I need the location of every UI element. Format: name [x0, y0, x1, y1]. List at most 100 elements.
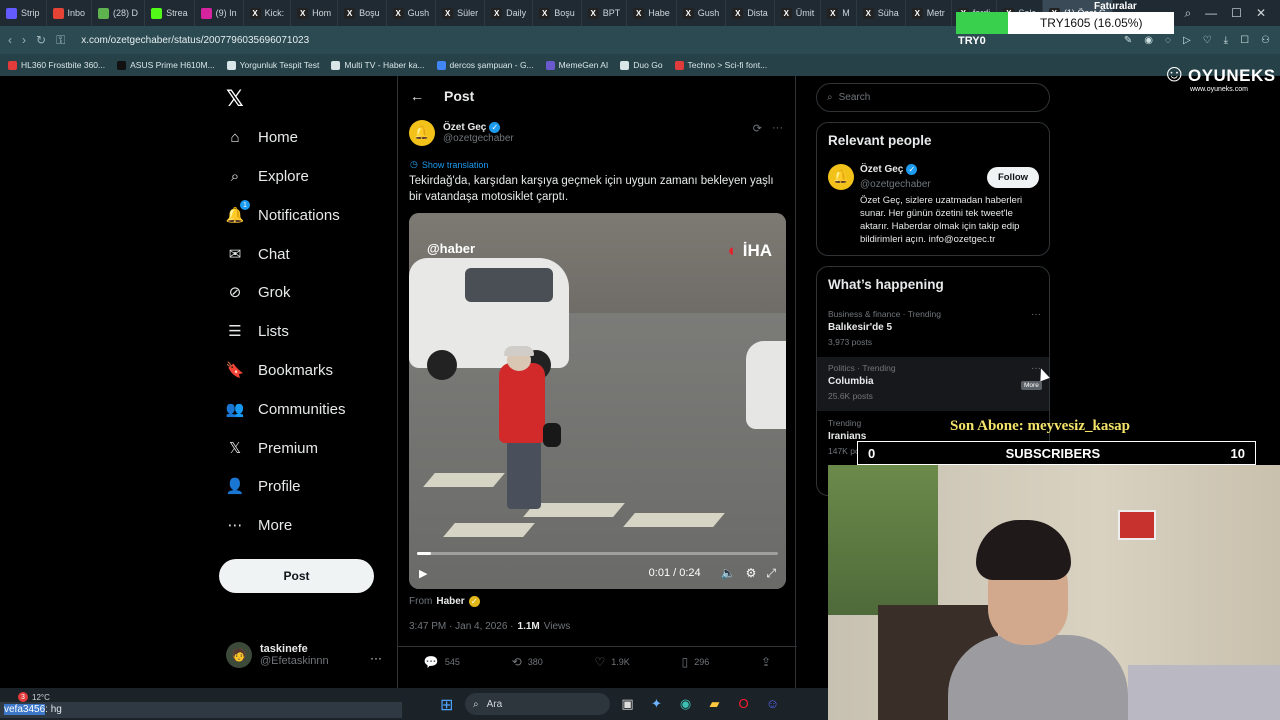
camera-icon[interactable]: ◉	[1144, 35, 1153, 46]
download-icon[interactable]: ⤓	[1224, 35, 1228, 46]
post-button[interactable]: Post	[219, 559, 374, 593]
reply-button[interactable]: 💬 545	[424, 655, 460, 669]
heart-icon[interactable]: ♡	[1203, 35, 1212, 46]
browser-tab[interactable]: X Hom	[291, 0, 339, 26]
x-logo-icon[interactable]: 𝕏	[226, 86, 244, 112]
bookmark-item[interactable]: ASUS Prime H610M...	[117, 60, 215, 70]
forward-arrow-icon[interactable]: ›	[22, 33, 26, 47]
show-translation-link[interactable]: ◷ Show translation	[410, 159, 488, 170]
author-avatar[interactable]: 🔔	[409, 120, 435, 146]
shield-icon[interactable]: ◌	[1165, 35, 1171, 46]
nav-item-chat[interactable]: ✉ Chat	[226, 245, 290, 264]
nav-item-bookmarks[interactable]: 🔖 Bookmarks	[226, 361, 333, 380]
nav-item-profile[interactable]: 👤 Profile	[226, 477, 301, 496]
post-author[interactable]: 🔔 Özet Geç ✓ @ozetgechaber	[409, 120, 514, 146]
relevant-person-handle[interactable]: @ozetgechaber	[860, 179, 931, 190]
bookmark-item[interactable]: HL360 Frostbite 360...	[8, 60, 105, 70]
bookmark-item[interactable]: Multi TV - Haber ka...	[331, 60, 425, 70]
browser-tab[interactable]: X Ümit	[775, 0, 822, 26]
relevant-person-avatar[interactable]: 🔔	[828, 164, 854, 190]
site-info-icon[interactable]: ⚿	[56, 33, 65, 48]
browser-tab[interactable]: X Süler	[436, 0, 486, 26]
taskbar-search[interactable]: ⌕ Ara	[465, 693, 610, 715]
browser-tab[interactable]: X Metr	[906, 0, 952, 26]
author-handle[interactable]: @ozetgechaber	[443, 133, 514, 144]
source-name[interactable]: Haber	[436, 596, 464, 607]
profile-icon[interactable]: ⚇	[1261, 35, 1270, 46]
account-switcher[interactable]: 🧑 taskinefe @Efetaskinnn	[226, 642, 329, 668]
like-button[interactable]: ♡ 1.9K	[595, 655, 630, 669]
author-name[interactable]: Özet Geç	[443, 122, 486, 133]
video-player[interactable]: @haber ◐ İHA ▶ 0:01 / 0:24 🔈 ⚙ ⤢	[409, 213, 786, 589]
bookmark-item[interactable]: dercos şampuan - G...	[436, 60, 534, 70]
url-field[interactable]: x.com/ozetgechaber/status/20077960356960…	[81, 35, 309, 46]
play-icon[interactable]: ▷	[1183, 35, 1191, 46]
post-timestamp[interactable]: 3:47 PM · Jan 4, 2026 ·	[409, 621, 514, 632]
fullscreen-icon[interactable]: ⤢	[766, 566, 776, 581]
nav-item-notifications[interactable]: 🔔 1 Notifications	[226, 200, 340, 224]
search-icon[interactable]: ⌕	[1184, 6, 1191, 21]
nav-item-more[interactable]: ⋯ More	[226, 516, 293, 535]
browser-tab[interactable]: X Boşu	[338, 0, 387, 26]
settings-gear-icon[interactable]: ⚙	[746, 566, 757, 580]
search-input[interactable]	[838, 92, 1029, 103]
back-arrow-icon[interactable]: ←	[410, 88, 424, 104]
browser-tab[interactable]: X BPT	[582, 0, 628, 26]
windows-start-icon[interactable]: ⊞	[440, 695, 453, 715]
browser-tab[interactable]: X Gush	[677, 0, 727, 26]
browser-tab[interactable]: X Kick:	[244, 0, 292, 26]
nav-item-home[interactable]: ⌂ Home	[226, 128, 298, 146]
video-progress-bar[interactable]	[417, 552, 778, 555]
browser-tab[interactable]: X Boşu	[533, 0, 582, 26]
task-view-icon[interactable]: ▣	[618, 694, 637, 713]
bookmark-button[interactable]: ▯ 296	[682, 655, 710, 669]
post-more-icon[interactable]: ···	[772, 122, 783, 135]
share-button[interactable]: ⇪	[761, 655, 771, 669]
browser-tab[interactable]: XM	[821, 0, 857, 26]
nav-item-explore[interactable]: ⌕ Explore	[226, 167, 309, 185]
account-more-icon[interactable]: ···	[370, 651, 382, 665]
trend-item[interactable]: Politics · Trending Columbia 25.6K posts ··…	[817, 357, 1049, 411]
reload-icon[interactable]: ↻	[36, 33, 46, 47]
follow-button[interactable]: Follow	[987, 167, 1039, 188]
browser-tab[interactable]: X Habe	[627, 0, 677, 26]
grok-explain-icon[interactable]: ⟳	[753, 122, 762, 135]
bookmark-item[interactable]: MemeGen AI	[545, 60, 608, 70]
file-explorer-icon[interactable]: ▰	[705, 694, 724, 713]
bookmark-item[interactable]: Yorgunluk Tespit Test	[226, 60, 319, 70]
edge-icon[interactable]: ◉	[676, 694, 695, 713]
trend-more-icon[interactable]: ···	[1031, 309, 1041, 320]
browser-tab[interactable]: (28) D	[92, 0, 146, 26]
back-arrow-icon[interactable]: ‹	[8, 33, 12, 47]
nav-item-grok[interactable]: ⊘ Grok	[226, 283, 291, 302]
close-icon[interactable]: ✕	[1256, 6, 1266, 21]
browser-tab[interactable]: Strea	[145, 0, 195, 26]
opera-icon[interactable]: O	[734, 694, 753, 713]
extension-icon[interactable]: ☐	[1240, 35, 1249, 46]
volume-icon[interactable]: 🔈	[721, 566, 736, 580]
bookmark-item[interactable]: Duo Go	[620, 60, 663, 70]
nav-item-communities[interactable]: 👥 Communities	[226, 400, 346, 419]
nav-item-lists[interactable]: ☰ Lists	[226, 322, 289, 341]
bookmark-item[interactable]: Techno > Sci-fi font...	[674, 60, 767, 70]
maximize-icon[interactable]: ☐	[1231, 6, 1242, 21]
repost-button[interactable]: ⟲ 380	[512, 655, 543, 669]
browser-tab[interactable]: (9) In	[195, 0, 244, 26]
nav-item-premium[interactable]: 𝕏 Premium	[226, 439, 318, 458]
edit-icon[interactable]: ✎	[1124, 35, 1132, 46]
browser-tab[interactable]: X Daily	[485, 0, 534, 26]
browser-tab[interactable]: Strip	[0, 0, 47, 26]
browser-tab[interactable]: Inbo	[47, 0, 93, 26]
play-icon[interactable]: ▶	[419, 567, 427, 580]
relevant-people-title: Relevant people	[828, 133, 932, 148]
copilot-icon[interactable]: ✦	[647, 694, 666, 713]
discord-icon[interactable]: ☺	[763, 694, 782, 713]
minimize-icon[interactable]: —	[1205, 6, 1217, 21]
search-box[interactable]: ⌕	[816, 83, 1050, 112]
trend-item[interactable]: Business & finance · Trending Balıkesir'd…	[817, 303, 1049, 357]
weather-widget[interactable]: 3 12°C	[18, 692, 50, 702]
browser-tab[interactable]: X Süha	[857, 0, 906, 26]
relevant-person-name[interactable]: Özet Geç	[860, 164, 903, 175]
browser-tab[interactable]: X Dista	[726, 0, 775, 26]
browser-tab[interactable]: X Gush	[387, 0, 437, 26]
